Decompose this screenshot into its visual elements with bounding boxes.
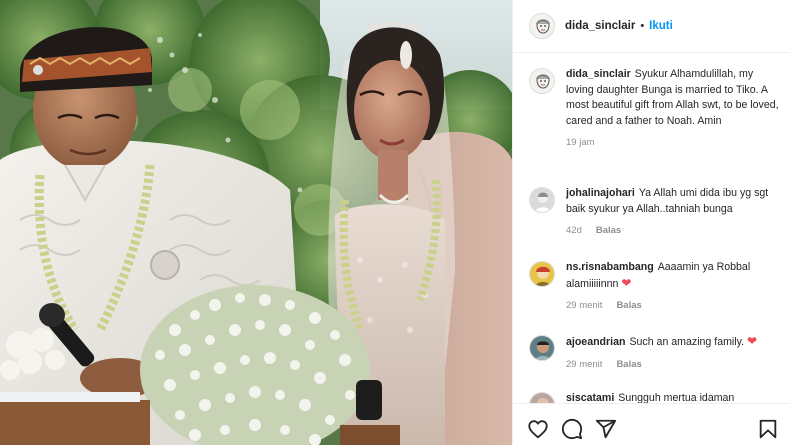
comment-item: johalinajohari Ya Allah umi dida ibu yg s… — [529, 186, 783, 236]
comment-meta: 19 jam — [566, 137, 783, 148]
avatar-photo-icon — [530, 188, 554, 212]
comment-text: dida_sinclair Syukur Alhamdulillah, my lo… — [566, 67, 783, 129]
post-header: dida_sinclair • Ikuti — [513, 0, 790, 53]
post-side-panel: dida_sinclair • Ikuti dida_sinclair Syuk… — [512, 0, 790, 445]
post-photo[interactable] — [0, 0, 512, 445]
reply-button[interactable]: Balas — [596, 225, 621, 236]
avatar-sketch-icon — [530, 69, 554, 93]
avatar-sketch-icon — [530, 14, 554, 38]
follow-button[interactable]: Ikuti — [649, 20, 673, 32]
comment-text: siscatami Sungguh mertua idaman — [566, 391, 783, 403]
comment-meta: 29 menit Balas — [566, 300, 783, 311]
comment-body: ajoeandrian Such an amazing family. ❤ 29 … — [566, 334, 783, 370]
comment-bubble-icon — [561, 418, 583, 440]
comment-body: dida_sinclair Syukur Alhamdulillah, my lo… — [566, 67, 783, 148]
red-heart-emoji-icon: ❤ — [747, 334, 758, 348]
commenter-avatar[interactable] — [529, 392, 555, 403]
avatar-photo-icon — [530, 336, 554, 360]
comment-body: ns.risnabambang Aaaamin ya Robbal alamiii… — [566, 260, 783, 311]
comments-list[interactable]: dida_sinclair Syukur Alhamdulillah, my lo… — [513, 54, 790, 403]
comment-time[interactable]: 29 menit — [566, 359, 602, 370]
save-button[interactable] — [757, 418, 779, 440]
commenter-avatar[interactable] — [529, 335, 555, 361]
comment-text: ajoeandrian Such an amazing family. ❤ — [566, 334, 783, 351]
action-bar — [513, 403, 790, 445]
avatar-photo-icon — [530, 393, 554, 403]
red-heart-emoji-icon: ❤ — [621, 275, 632, 290]
comment-content: Such an amazing family. — [629, 336, 745, 348]
avatar-photo-icon — [530, 262, 554, 286]
comment-username[interactable]: ajoeandrian — [566, 336, 625, 348]
comment-item: ajoeandrian Such an amazing family. ❤ 29 … — [529, 334, 783, 370]
author-avatar[interactable] — [529, 13, 555, 39]
comment-username[interactable]: johalinajohari — [566, 187, 635, 199]
comment-text: ns.risnabambang Aaaamin ya Robbal alamiii… — [566, 260, 783, 292]
comment-time[interactable]: 42d — [566, 225, 582, 236]
author-username[interactable]: dida_sinclair — [565, 20, 635, 32]
comment-time[interactable]: 29 menit — [566, 300, 602, 311]
like-button[interactable] — [527, 418, 549, 440]
comment-body: johalinajohari Ya Allah umi dida ibu yg s… — [566, 186, 783, 236]
comment-username[interactable]: siscatami — [566, 392, 614, 403]
comment-item: ns.risnabambang Aaaamin ya Robbal alamiii… — [529, 260, 783, 311]
comment-button[interactable] — [561, 418, 583, 440]
wedding-photo-illustration — [0, 0, 512, 445]
comment-item: siscatami Sungguh mertua idaman — [529, 391, 783, 403]
commenter-avatar[interactable] — [529, 261, 555, 287]
instagram-post: dida_sinclair • Ikuti dida_sinclair Syuk… — [0, 0, 790, 445]
comment-content: Sungguh mertua idaman — [618, 392, 735, 403]
commenter-avatar[interactable] — [529, 187, 555, 213]
reply-button[interactable]: Balas — [616, 300, 641, 311]
comment-username[interactable]: dida_sinclair — [566, 68, 631, 80]
heart-outline-icon — [528, 420, 548, 439]
comment-meta: 29 menit Balas — [566, 359, 783, 370]
comment-username[interactable]: ns.risnabambang — [566, 261, 654, 273]
reply-button[interactable]: Balas — [616, 359, 641, 370]
comment-body: siscatami Sungguh mertua idaman — [566, 391, 783, 403]
header-separator: • — [640, 20, 645, 32]
caption-comment: dida_sinclair Syukur Alhamdulillah, my lo… — [529, 67, 783, 148]
paper-plane-icon — [595, 419, 617, 439]
share-button[interactable] — [595, 418, 617, 440]
comment-time[interactable]: 19 jam — [566, 137, 595, 148]
bookmark-icon — [759, 419, 777, 439]
comment-text: johalinajohari Ya Allah umi dida ibu yg s… — [566, 186, 783, 217]
comment-meta: 42d Balas — [566, 225, 783, 236]
caption-avatar[interactable] — [529, 68, 555, 94]
